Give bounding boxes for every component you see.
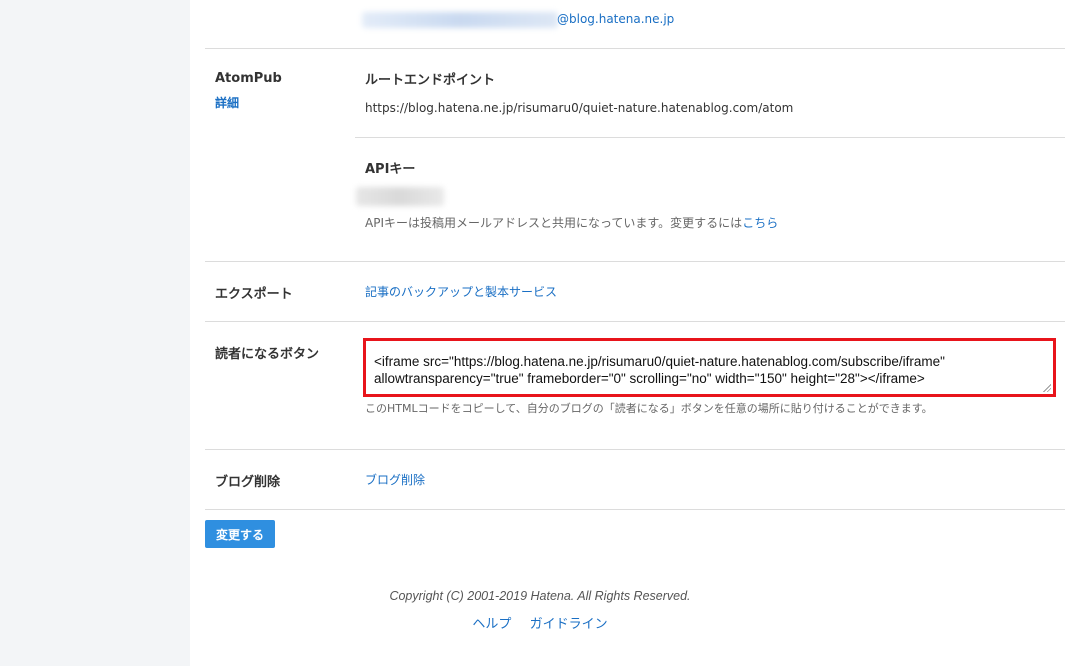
api-key-change-link[interactable]: こちら <box>742 216 778 230</box>
submit-change-button[interactable]: 変更する <box>205 520 275 548</box>
api-key-note-line: APIキーは投稿用メールアドレスと共用になっています。変更するにはこちら <box>365 212 778 231</box>
blurred-email-local-part <box>362 12 558 28</box>
export-backup-link[interactable]: 記事のバックアップと製本サービス <box>365 283 557 300</box>
left-sidebar <box>0 0 190 666</box>
resize-grip-icon[interactable] <box>1043 384 1051 392</box>
subscribe-button-label: 読者になるボタン <box>215 347 320 362</box>
atompub-label: AtomPub <box>215 71 282 86</box>
section-divider <box>205 509 1065 510</box>
section-divider <box>205 449 1065 450</box>
footer-help-link[interactable]: ヘルプ <box>472 617 511 632</box>
api-key-note: APIキーは投稿用メールアドレスと共用になっています。変更するには <box>365 216 743 230</box>
blurred-api-key <box>356 187 444 206</box>
footer-links: ヘルプ ガイドライン <box>0 613 1080 632</box>
root-endpoint-heading: ルートエンドポイント <box>365 73 496 88</box>
atompub-detail-link[interactable]: 詳細 <box>215 94 239 111</box>
subsection-divider <box>355 137 1065 138</box>
email-domain: @blog.hatena.ne.jp <box>557 12 675 26</box>
section-divider <box>205 261 1065 262</box>
subscribe-embed-code: <iframe src="https://blog.hatena.ne.jp/r… <box>374 354 945 386</box>
root-endpoint-url: https://blog.hatena.ne.jp/risumaru0/quie… <box>365 101 794 115</box>
delete-blog-link[interactable]: ブログ削除 <box>365 471 425 488</box>
subscribe-embed-code-textarea[interactable]: <iframe src="https://blog.hatena.ne.jp/r… <box>363 338 1056 397</box>
footer-copyright: Copyright (C) 2001-2019 Hatena. All Righ… <box>389 589 691 603</box>
section-divider <box>205 48 1065 49</box>
export-label: エクスポート <box>215 287 293 302</box>
subscribe-button-note: このHTMLコードをコピーして、自分のブログの「読者になる」ボタンを任意の場所に… <box>365 402 933 415</box>
delete-blog-label: ブログ削除 <box>215 475 281 490</box>
section-divider <box>205 321 1065 322</box>
api-key-heading: APIキー <box>365 162 416 177</box>
footer-guideline-link[interactable]: ガイドライン <box>530 617 608 632</box>
